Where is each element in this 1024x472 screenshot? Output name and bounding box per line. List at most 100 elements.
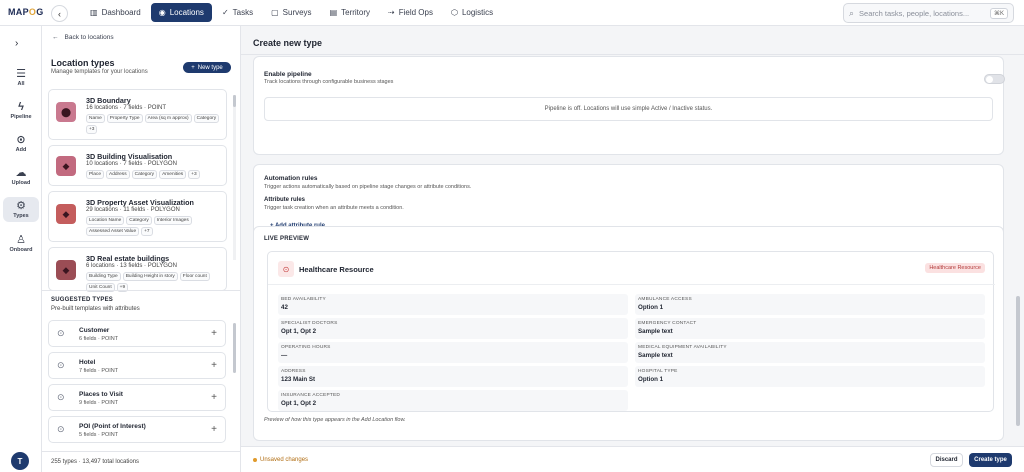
suggested-types-heading: SUGGESTED TYPES xyxy=(51,297,114,303)
location-pin-icon: ⊙ xyxy=(57,360,65,370)
app-logo[interactable]: MAPOG xyxy=(8,7,44,17)
rail-item-upload[interactable]: ☁ Upload xyxy=(3,167,39,186)
plus-icon: + xyxy=(191,64,195,71)
action-bar: Unsaved changes Discard Create type xyxy=(241,446,1024,472)
upload-icon: ☁ xyxy=(15,167,27,179)
location-pin-icon: ⊙ xyxy=(57,392,65,402)
page-title: Create new type xyxy=(253,38,323,48)
type-list-scrollbar[interactable] xyxy=(233,95,236,260)
add-icon[interactable]: + xyxy=(211,392,217,403)
pipeline-subtitle: Track locations through configurable bus… xyxy=(264,79,394,85)
preview-type-name: Healthcare Resource xyxy=(299,265,374,274)
create-type-button[interactable]: Create type xyxy=(969,453,1012,467)
suggested-type-item[interactable]: ⊙ POI (Point of Interest) 5 fields · POI… xyxy=(48,416,226,443)
rail-item-pipeline[interactable]: ϟ Pipeline xyxy=(3,101,39,120)
search-input[interactable]: ⌕ Search tasks, people, locations... ⌘K xyxy=(843,3,1014,23)
shortcut-badge: ⌘K xyxy=(989,7,1008,19)
type-card[interactable]: ◆ 3D Property Asset Visualization 29 loc… xyxy=(48,191,227,242)
new-type-button[interactable]: + New type xyxy=(183,62,231,73)
add-icon[interactable]: + xyxy=(211,360,217,371)
suggested-scrollbar[interactable] xyxy=(233,323,236,373)
box-icon: ⬡ xyxy=(450,8,458,17)
suggested-type-item[interactable]: ⊙ Places to Visit 9 fields · POINT + xyxy=(48,384,226,411)
avatar[interactable]: T xyxy=(11,452,29,470)
rail-item-add[interactable]: ⊙ Add xyxy=(3,134,39,153)
location-pin-icon: ⊙ xyxy=(57,328,65,338)
live-preview-section: LIVE PREVIEW ⊙ Healthcare Resource Healt… xyxy=(253,226,1004,441)
status-badge: Healthcare Resource xyxy=(925,263,985,273)
attribute-rules-label: Attribute rules xyxy=(264,197,306,203)
pipeline-section: Enable pipeline Track locations through … xyxy=(253,56,1005,155)
back-to-locations-link[interactable]: ← Back to locations xyxy=(52,34,114,41)
field-tags: Location Name Category Interior Images Asse… xyxy=(86,216,226,236)
divider xyxy=(268,284,995,285)
preview-field: SPECIALIST DOCTORS Opt 1, Opt 2 xyxy=(278,318,628,339)
divider xyxy=(42,451,241,452)
side-rail: › ☰ All ϟ Pipeline ⊙ Add ☁ Upload ⚙ Types ♙ On… xyxy=(0,26,42,472)
divider xyxy=(42,290,241,291)
preview-field: AMBULANCE ACCESS Option 1 xyxy=(635,294,985,315)
field-tags: Name Property Type Area (sq m approx) Categ… xyxy=(86,114,226,134)
preview-field: OPERATING HOURS — xyxy=(278,342,628,363)
nav-tab-logistics[interactable]: ⬡ Logistics xyxy=(443,3,501,22)
route-icon: ⇢ xyxy=(388,8,395,17)
field-tags: Place Address Category Amenities +3 xyxy=(86,170,226,179)
add-pin-icon: ⊙ xyxy=(16,134,26,146)
panel-title: Location types xyxy=(51,58,115,68)
pipeline-off-notice: Pipeline is off. Locations will use simp… xyxy=(264,97,993,121)
add-icon[interactable]: + xyxy=(211,424,217,435)
automation-label: Automation rules xyxy=(264,175,318,182)
panel-subtitle: Manage templates for your locations xyxy=(51,69,148,75)
live-preview-heading: LIVE PREVIEW xyxy=(264,236,310,242)
preview-field: BED AVAILABILITY 42 xyxy=(278,294,628,315)
list-icon: ☰ xyxy=(16,68,26,80)
polygon-icon: ◆ xyxy=(56,204,76,224)
preview-field: EMERGENCY CONTACT Sample text xyxy=(635,318,985,339)
automation-subtitle: Trigger actions automatically based on p… xyxy=(264,184,472,190)
attribute-rules-subtitle: Trigger task creation when an attribute … xyxy=(264,205,404,211)
divider xyxy=(241,54,1024,55)
add-icon[interactable]: + xyxy=(211,328,217,339)
clipboard-icon: ▢ xyxy=(271,8,279,17)
type-card[interactable]: ◆ 3D Real estate buildings 6 locations ·… xyxy=(48,247,227,292)
suggested-type-item[interactable]: ⊙ Customer 6 fields · POINT + xyxy=(48,320,226,347)
dashboard-icon: ▥ xyxy=(90,8,98,17)
suggested-type-item[interactable]: ⊙ Hotel 7 fields · POINT + xyxy=(48,352,226,379)
polygon-icon: ◆ xyxy=(56,260,76,280)
map-icon: ▤ xyxy=(329,8,338,17)
nav-tab-territory[interactable]: ▤ Territory xyxy=(322,3,378,22)
status-dot-icon xyxy=(253,458,257,462)
back-arrow-icon[interactable]: ‹ xyxy=(51,5,68,22)
preview-caption: Preview of how this type appears in the … xyxy=(264,417,406,423)
preview-field: MEDICAL EQUIPMENT AVAILABILITY Sample tex… xyxy=(635,342,985,363)
nav-tab-field-ops[interactable]: ⇢ Field Ops xyxy=(380,3,441,22)
check-icon: ✓ xyxy=(221,8,229,17)
nav-tab-locations[interactable]: ◉ Locations xyxy=(150,3,212,22)
gear-icon: ⚙ xyxy=(16,200,26,212)
rail-item-all[interactable]: ☰ All xyxy=(3,68,39,87)
preview-field: INSURANCE ACCEPTED Opt 1, Opt 2 xyxy=(278,390,628,411)
field-tags: Building Type Building Height in story Flo… xyxy=(86,272,226,292)
rail-item-types[interactable]: ⚙ Types xyxy=(3,197,39,222)
discard-button[interactable]: Discard xyxy=(930,453,963,467)
type-list-scroll-thumb[interactable] xyxy=(233,95,236,107)
expand-chevron-icon[interactable]: › xyxy=(15,38,18,49)
main-scrollbar[interactable] xyxy=(1016,296,1020,426)
nav-tab-dashboard[interactable]: ▥ Dashboard xyxy=(82,3,149,22)
preview-field: HOSPITAL TYPE Option 1 xyxy=(635,366,985,387)
location-pin-icon: ⬤ xyxy=(56,102,76,122)
location-pin-icon: ◉ xyxy=(158,8,166,17)
suggested-types-subtitle: Pre-built templates with attributes xyxy=(51,306,140,312)
arrow-left-icon: ← xyxy=(52,34,59,41)
preview-field: ADDRESS 123 Main St xyxy=(278,366,628,387)
rail-item-onboard[interactable]: ♙ Onboard xyxy=(3,234,39,253)
top-bar: MAPOG ‹ ▥ Dashboard ◉ Locations ✓ Tasks ▢ Su… xyxy=(0,0,1024,26)
person-icon: ♙ xyxy=(16,234,26,246)
type-card[interactable]: ◆ 3D Building Visualisation 10 locations… xyxy=(48,145,227,186)
nav-tab-surveys[interactable]: ▢ Surveys xyxy=(263,3,319,22)
location-pin-icon: ⊙ xyxy=(57,424,65,434)
type-card[interactable]: ⬤ 3D Boundary 16 locations · 7 fields · … xyxy=(48,89,227,140)
nav-tab-tasks[interactable]: ✓ Tasks xyxy=(214,3,261,22)
polygon-icon: ◆ xyxy=(56,156,76,176)
pipeline-toggle[interactable] xyxy=(984,74,1005,84)
